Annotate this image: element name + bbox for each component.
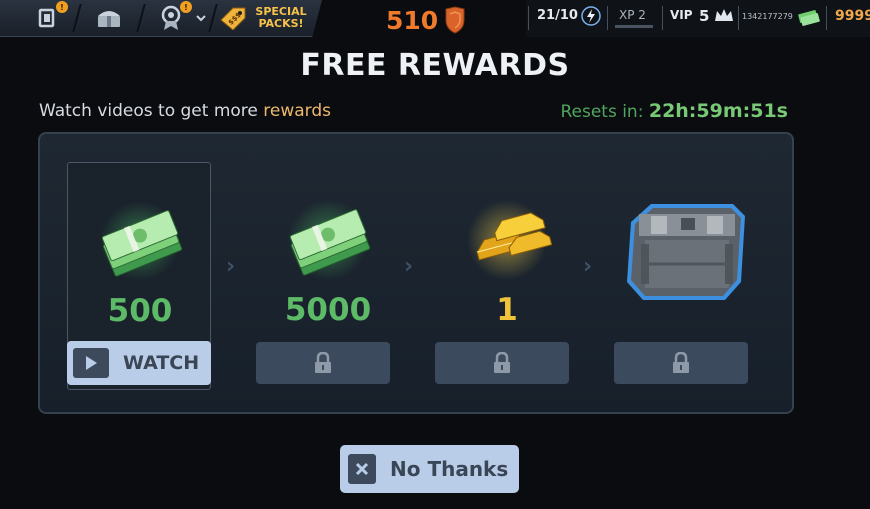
xp-label: XP 2 xyxy=(619,8,646,22)
lock-icon xyxy=(494,352,510,373)
reward-slot-3: 1 xyxy=(435,162,579,390)
locked-button[interactable] xyxy=(435,342,569,384)
play-icon xyxy=(86,356,97,370)
reward-slot-1: 500 WATCH xyxy=(67,162,211,390)
reset-label: Resets in: xyxy=(560,102,649,122)
energy-bolt-icon[interactable] xyxy=(581,6,601,26)
xp-progress-bar xyxy=(615,25,653,28)
crate-icon xyxy=(627,204,745,300)
special-packs-button[interactable]: $$$ SPECIAL PACKS! xyxy=(217,3,317,33)
chest-icon xyxy=(98,11,120,27)
cash-stack-icon xyxy=(288,200,371,280)
divider xyxy=(826,6,827,30)
watch-label: WATCH xyxy=(123,352,200,374)
subtitle-highlight: rewards xyxy=(263,101,331,121)
reset-timer: Resets in: 22h:59m:51s xyxy=(560,100,788,122)
reward-amount: 5000 xyxy=(284,292,372,328)
vip-level: 5 xyxy=(699,7,710,25)
locked-button[interactable] xyxy=(256,342,390,384)
locked-button[interactable] xyxy=(614,342,748,384)
price-tag-icon: $$$ xyxy=(220,7,246,30)
divider xyxy=(662,6,663,30)
energy-count: 21/10 xyxy=(537,8,578,23)
rewards-panel: 500 WATCH › 5000 › 1 › xyxy=(38,132,794,414)
crown-icon[interactable] xyxy=(714,8,734,24)
chevron-right-icon: › xyxy=(226,254,236,279)
trophy-shield-icon xyxy=(445,6,465,34)
page-title: FREE REWARDS xyxy=(300,48,570,83)
chevron-right-icon: › xyxy=(583,254,593,279)
chevron-down-icon xyxy=(196,15,206,22)
special-packs-line2: PACKS! xyxy=(258,17,304,30)
lock-icon xyxy=(315,352,331,373)
inventory-icon xyxy=(38,8,55,28)
lock-icon xyxy=(673,352,689,373)
no-thanks-button[interactable]: No Thanks xyxy=(340,445,519,493)
gold-amount: 9999 xyxy=(835,8,870,24)
reward-amount: 1 xyxy=(496,292,518,328)
play-box xyxy=(73,348,109,378)
watch-button[interactable]: WATCH xyxy=(67,341,211,385)
divider xyxy=(607,6,608,30)
chest-button[interactable] xyxy=(92,3,126,33)
cash-icon[interactable] xyxy=(797,8,821,26)
inventory-badge: ! xyxy=(56,1,68,13)
vip-label: VIP xyxy=(670,8,693,22)
gold-bars-icon xyxy=(467,200,553,280)
trophy-count: 510 xyxy=(386,5,439,35)
chevron-right-icon: › xyxy=(404,254,414,279)
quests-button[interactable]: ! xyxy=(154,1,192,33)
reset-time: 22h:59m:51s xyxy=(648,100,788,122)
expand-menu-button[interactable] xyxy=(192,3,210,33)
cash-amount: 1342177279 xyxy=(742,12,793,21)
inventory-button[interactable]: ! xyxy=(30,1,68,33)
reward-slot-4 xyxy=(614,162,758,390)
reward-slot-2: 5000 xyxy=(256,162,400,390)
subtitle-text: Watch videos to get more xyxy=(39,101,264,121)
divider xyxy=(738,6,739,30)
no-thanks-label: No Thanks xyxy=(390,457,509,481)
divider xyxy=(528,6,529,30)
top-bar: ! ! $$$ SPECIAL PACKS! 510 21/10 XP 2 VI… xyxy=(0,0,870,40)
quests-badge: ! xyxy=(180,1,192,13)
reward-amount: 500 xyxy=(107,293,173,329)
close-icon xyxy=(355,462,369,476)
close-box xyxy=(348,454,376,484)
cash-stack-icon xyxy=(100,201,183,281)
trophy-counter: 510 xyxy=(386,5,466,35)
subtitle: Watch videos to get more rewards xyxy=(39,101,331,121)
